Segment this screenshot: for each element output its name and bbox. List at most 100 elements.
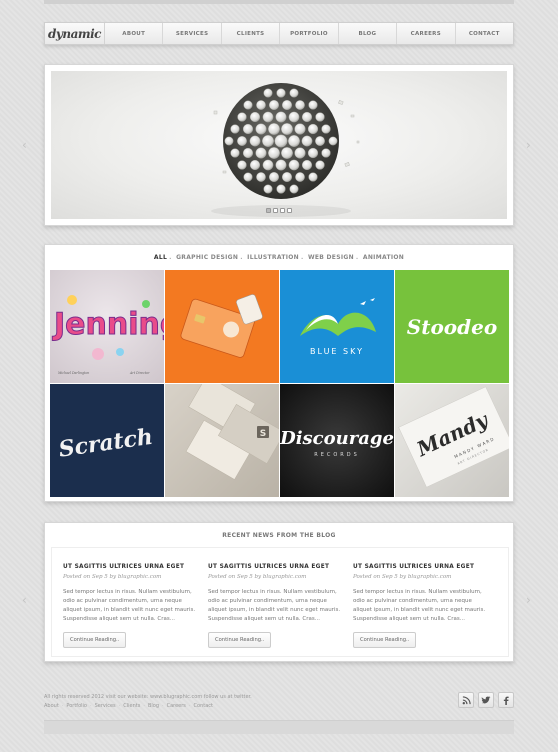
sphere-cylinder: [295, 100, 305, 110]
footer-link-careers[interactable]: Careers: [167, 703, 186, 709]
footer-link-services[interactable]: Services: [95, 703, 116, 709]
filter-web-design[interactable]: WEB DESIGN: [308, 254, 354, 261]
footer-links: About · Portfolio · Services · Clients · Blo…: [44, 703, 213, 709]
sphere-cylinder: [288, 135, 300, 147]
post-title[interactable]: UT SAGITTIS ULTRICES URNA EGET: [353, 564, 489, 570]
footer-link-portfolio[interactable]: Portfolio: [66, 703, 87, 709]
footer-link-clients[interactable]: Clients: [123, 703, 140, 709]
filter-animation[interactable]: ANIMATION: [363, 254, 404, 261]
portfolio-thumbnail: S: [185, 384, 279, 480]
svg-text:RECORDS: RECORDS: [314, 452, 360, 458]
continue-reading-button[interactable]: Continue Reading..: [63, 632, 127, 648]
svg-text:Scratch: Scratch: [57, 424, 154, 463]
sphere-cylinder: [288, 111, 300, 123]
portfolio-item[interactable]: BLUE SKY: [280, 270, 394, 383]
post-meta: Posted on Sep 5 by blugraphic.com: [353, 574, 452, 580]
sphere-cylinder: [276, 88, 286, 98]
filter-illustration[interactable]: ILLUSTRATION: [247, 254, 299, 261]
portfolio-item[interactable]: Discourage RECORDS: [280, 384, 394, 497]
continue-reading-button[interactable]: Continue Reading..: [353, 632, 417, 648]
slider-next-arrow[interactable]: ›: [526, 138, 531, 152]
sphere-cylinder: [281, 123, 293, 135]
sphere-cylinder: [308, 100, 318, 110]
sphere-cylinder: [282, 172, 292, 182]
sphere-illustration: [211, 83, 360, 217]
sphere-cylinder: [307, 123, 319, 135]
sphere-cylinder: [276, 184, 286, 194]
portfolio-item[interactable]: Mandy MANDY WARD ART DIRECTOR: [395, 384, 509, 497]
portfolio-item[interactable]: Stoodeo: [395, 270, 509, 383]
nav-services[interactable]: SERVICES: [163, 23, 222, 44]
continue-reading-button[interactable]: Continue Reading..: [208, 632, 272, 648]
svg-text:BLUE SKY: BLUE SKY: [310, 347, 364, 356]
portfolio-item[interactable]: [165, 270, 279, 383]
blog-news-section: RECENT NEWS FROM THE BLOG UT SAGITTIS UL…: [44, 522, 514, 662]
nav-careers[interactable]: CAREERS: [397, 23, 456, 44]
slide-image: [51, 71, 507, 219]
sphere-cylinder: [315, 160, 325, 170]
news-prev-arrow[interactable]: ‹: [22, 593, 27, 607]
sphere-cylinder: [282, 100, 292, 110]
main-navigation: dynamic ABOUT SERVICES CLIENTS PORTFOLIO…: [44, 22, 514, 45]
portfolio-filter-bar: ALL. GRAPHIC DESIGN. ILLUSTRATION. WEB D…: [153, 254, 405, 261]
slider-dot[interactable]: [266, 208, 271, 213]
sphere-cylinder: [289, 88, 299, 98]
portfolio-item[interactable]: S: [165, 384, 279, 497]
sphere-cylinder: [255, 147, 267, 159]
sphere-cylinder: [294, 123, 306, 135]
svg-text:Art Director: Art Director: [129, 371, 150, 375]
filter-all[interactable]: ALL: [154, 254, 167, 261]
sphere-cylinder: [308, 172, 318, 182]
sphere-cylinder: [328, 136, 338, 146]
filter-graphic-design[interactable]: GRAPHIC DESIGN: [176, 254, 238, 261]
sphere-cylinder: [263, 88, 273, 98]
sphere-cylinder: [262, 135, 274, 147]
sphere-cylinder: [230, 124, 240, 134]
slider-dot[interactable]: [287, 208, 292, 213]
sphere-cylinder: [288, 159, 300, 171]
portfolio-item[interactable]: Jenning Michael Darlington Art Director: [50, 270, 164, 383]
footer-link-contact[interactable]: Contact: [194, 703, 213, 709]
sphere-cylinder: [249, 135, 261, 147]
sphere-cylinder: [249, 159, 261, 171]
svg-text:Michael Darlington: Michael Darlington: [57, 371, 89, 375]
twitter-icon[interactable]: [478, 692, 494, 708]
sphere-cylinder: [275, 111, 287, 123]
sphere-cylinder: [230, 148, 240, 158]
nav-contact[interactable]: CONTACT: [456, 23, 513, 44]
site-logo[interactable]: dynamic: [45, 23, 105, 44]
post-title[interactable]: UT SAGITTIS ULTRICES URNA EGET: [63, 564, 199, 570]
sphere-cylinder: [321, 124, 331, 134]
sphere-cylinder: [255, 123, 267, 135]
sphere-cylinder: [242, 147, 254, 159]
nav-clients[interactable]: CLIENTS: [222, 23, 281, 44]
sphere-cylinder: [275, 159, 287, 171]
sphere-cylinder: [263, 184, 273, 194]
nav-portfolio[interactable]: PORTFOLIO: [280, 23, 339, 44]
facebook-icon[interactable]: [498, 692, 514, 708]
rss-icon[interactable]: [458, 692, 474, 708]
social-links: [458, 692, 514, 708]
sphere-cylinder: [249, 111, 261, 123]
sphere-cylinder: [256, 172, 266, 182]
sphere-cylinder: [262, 111, 274, 123]
portfolio-thumbnail: Stoodeo: [407, 315, 497, 339]
top-edge-bar: [44, 0, 514, 4]
footer-link-about[interactable]: About: [44, 703, 59, 709]
slider-dot[interactable]: [273, 208, 278, 213]
news-next-arrow[interactable]: ›: [526, 593, 531, 607]
nav-blog[interactable]: BLOG: [339, 23, 398, 44]
nav-about[interactable]: ABOUT: [105, 23, 164, 44]
portfolio-item[interactable]: Scratch: [50, 384, 164, 497]
slider-dot[interactable]: [280, 208, 285, 213]
post-title[interactable]: UT SAGITTIS ULTRICES URNA EGET: [208, 564, 344, 570]
blog-post: UT SAGITTIS ULTRICES URNA EGET Posted on…: [63, 564, 199, 648]
sphere-cylinder: [301, 135, 313, 147]
slider-prev-arrow[interactable]: ‹: [22, 138, 27, 152]
slider-pagination: [266, 208, 292, 213]
blog-post: UT SAGITTIS ULTRICES URNA EGET Posted on…: [353, 564, 489, 648]
sphere-cylinder: [294, 147, 306, 159]
portfolio-grid: Jenning Michael Darlington Art Director: [50, 270, 509, 497]
sphere-cylinder: [269, 172, 279, 182]
footer-link-blog[interactable]: Blog: [148, 703, 159, 709]
